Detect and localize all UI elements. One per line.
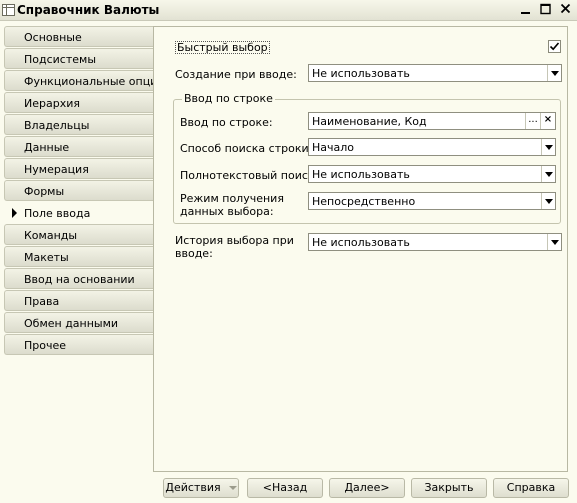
nav-item-label: Основные	[24, 31, 82, 44]
next-button[interactable]: Далее>	[329, 478, 405, 498]
choice-history-label: История выбора при	[175, 234, 294, 247]
nav-item-data[interactable]: Данные	[4, 136, 154, 157]
create-on-input-label: Создание при вводе:	[175, 68, 297, 81]
choice-history-label: вводе:	[175, 247, 213, 260]
chevron-down-icon[interactable]	[547, 234, 561, 250]
quick-select-label: Быстрый выбор	[175, 41, 270, 54]
create-on-input-value: Не использовать	[312, 67, 410, 80]
clear-icon[interactable]: ×	[540, 113, 555, 129]
close-button[interactable]: Закрыть	[411, 478, 487, 498]
nav-item-label: Прочее	[24, 339, 67, 352]
chevron-down-icon[interactable]	[547, 65, 561, 81]
back-button-label: <Назад	[262, 481, 308, 494]
nav-item-label: Поле ввода	[24, 207, 91, 220]
table-icon	[2, 4, 15, 16]
input-by-string-value: Наименование, Код	[312, 115, 427, 128]
check-icon	[549, 42, 560, 51]
fulltext-search-select[interactable]: Не использовать	[308, 165, 556, 183]
nav-item-label: Команды	[24, 229, 78, 242]
input-by-string-field[interactable]: Наименование, Код ... ×	[308, 112, 556, 130]
nav-item-forms[interactable]: Формы	[4, 180, 154, 201]
nav-item-hierarchy[interactable]: Иерархия	[4, 92, 154, 113]
nav-item-label: Иерархия	[24, 97, 80, 110]
minimize-button[interactable]	[517, 2, 534, 18]
select-button[interactable]: ...	[525, 113, 540, 129]
actions-button[interactable]: Действия	[163, 478, 239, 498]
nav-item-label: Нумерация	[24, 163, 89, 176]
nav-item-subsystems[interactable]: Подсистемы	[4, 48, 154, 69]
nav-item-label: Формы	[24, 185, 65, 198]
nav-item-templates[interactable]: Макеты	[4, 246, 154, 267]
nav-item-main[interactable]: Основные	[4, 26, 154, 47]
chevron-down-icon[interactable]	[541, 166, 555, 182]
chevron-down-icon[interactable]	[541, 139, 555, 155]
nav-item-input-based-on[interactable]: Ввод на основании	[4, 268, 154, 289]
nav-item-rights[interactable]: Права	[4, 290, 154, 311]
close-button-label: Закрыть	[424, 481, 474, 494]
nav-item-label: Права	[24, 295, 60, 308]
back-button[interactable]: <Назад	[247, 478, 323, 498]
nav-item-label: Владельцы	[24, 119, 90, 132]
chevron-down-icon	[228, 486, 237, 490]
chevron-down-icon[interactable]	[541, 193, 555, 209]
nav-item-numbering[interactable]: Нумерация	[4, 158, 154, 179]
actions-button-label: Действия	[165, 481, 221, 494]
nav-item-data-exchange[interactable]: Обмен данными	[4, 312, 154, 333]
nav-item-label: Данные	[24, 141, 70, 154]
nav-item-label: Подсистемы	[24, 53, 97, 66]
choice-data-mode-label: Режим получения	[180, 192, 284, 205]
quick-select-checkbox[interactable]	[548, 40, 561, 53]
window-title: Справочник Валюты	[17, 3, 160, 17]
search-mode-label: Способ поиска строки:	[180, 142, 313, 155]
maximize-button[interactable]	[537, 2, 554, 18]
nav-item-label: Обмен данными	[24, 317, 119, 330]
nav-item-input-field[interactable]: Поле ввода	[4, 202, 156, 223]
title-bar: Справочник Валюты	[0, 0, 577, 21]
choice-data-mode-label: данных выбора:	[180, 205, 274, 218]
nav-item-functional-options[interactable]: Функциональные опции	[4, 70, 164, 91]
current-item-arrow-icon	[12, 208, 17, 218]
input-by-string-label: Ввод по строке:	[180, 116, 273, 129]
search-mode-select[interactable]: Начало	[308, 138, 556, 156]
nav-item-label: Ввод на основании	[24, 273, 135, 286]
search-mode-value: Начало	[312, 141, 355, 154]
nav-item-owners[interactable]: Владельцы	[4, 114, 154, 135]
nav-item-label: Макеты	[24, 251, 69, 264]
create-on-input-select[interactable]: Не использовать	[308, 64, 562, 82]
fulltext-search-value: Не использовать	[312, 168, 410, 181]
close-window-button[interactable]	[557, 2, 574, 18]
help-button[interactable]: Справка	[493, 478, 569, 498]
choice-data-mode-value: Непосредственно	[312, 195, 416, 208]
choice-data-mode-select[interactable]: Непосредственно	[308, 192, 556, 210]
help-button-label: Справка	[506, 481, 556, 494]
choice-history-value: Не использовать	[312, 236, 410, 249]
fulltext-search-label: Полнотекстовый поиск:	[180, 169, 319, 182]
nav-item-other[interactable]: Прочее	[4, 334, 154, 355]
nav-item-commands[interactable]: Команды	[4, 224, 154, 245]
choice-history-select[interactable]: Не использовать	[308, 233, 562, 251]
nav-item-label: Функциональные опции	[24, 75, 165, 88]
section-nav: Основные Подсистемы Функциональные опции…	[4, 26, 164, 473]
next-button-label: Далее>	[344, 481, 390, 494]
input-by-string-group-caption: Ввод по строке	[182, 92, 275, 105]
